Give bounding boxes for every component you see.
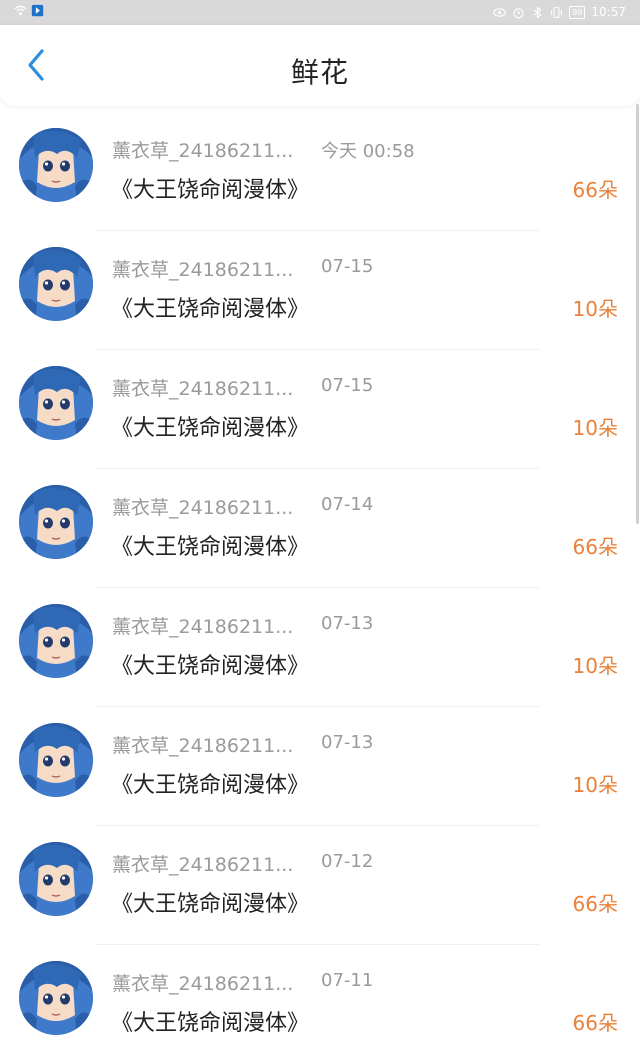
book-title: 《大王饶命阅漫体》 — [111, 297, 310, 322]
send-time: 07-13 — [321, 732, 374, 753]
book-title: 《大王饶命阅漫体》 — [111, 416, 310, 441]
flower-count: 66朵 — [572, 178, 618, 202]
send-time: 07-15 — [321, 256, 374, 277]
book-title: 《大王饶命阅漫体》 — [111, 892, 310, 917]
eye-icon — [493, 7, 506, 17]
book-title: 《大王饶命阅漫体》 — [111, 178, 310, 203]
list-item[interactable]: 薰衣草_24186211... 07-11 《大王饶命阅漫体》 66朵 — [0, 945, 640, 1064]
send-time: 07-14 — [321, 494, 374, 515]
alarm-icon — [513, 7, 524, 18]
anime-avatar-icon — [19, 604, 93, 678]
bluetooth-icon — [534, 5, 542, 19]
flower-count: 66朵 — [572, 1011, 618, 1035]
anime-avatar-icon — [19, 723, 93, 797]
user-name: 薰衣草_24186211... — [112, 973, 294, 995]
list-item[interactable]: 薰衣草_24186211... 今天 00:58 《大王饶命阅漫体》 66朵 — [0, 112, 640, 231]
avatar[interactable] — [19, 485, 93, 559]
send-time: 07-12 — [321, 851, 374, 872]
wifi-icon — [14, 5, 27, 16]
status-time: 10:57 — [591, 5, 626, 19]
list-item[interactable]: 薰衣草_24186211... 07-14 《大王饶命阅漫体》 66朵 — [0, 469, 640, 588]
send-time: 07-13 — [321, 613, 374, 634]
book-title: 《大王饶命阅漫体》 — [111, 1011, 310, 1036]
avatar[interactable] — [19, 366, 93, 440]
user-name: 薰衣草_24186211... — [112, 854, 294, 876]
battery-icon: 99 — [569, 5, 586, 19]
avatar[interactable] — [19, 128, 93, 202]
flower-count: 66朵 — [572, 535, 618, 559]
book-title: 《大王饶命阅漫体》 — [111, 773, 310, 798]
list-item[interactable]: 薰衣草_24186211... 07-13 《大王饶命阅漫体》 10朵 — [0, 588, 640, 707]
anime-avatar-icon — [19, 366, 93, 440]
send-time: 今天 00:58 — [321, 141, 415, 162]
scrollbar[interactable] — [636, 104, 639, 524]
flower-count: 10朵 — [572, 416, 618, 440]
avatar[interactable] — [19, 842, 93, 916]
list-item[interactable]: 薰衣草_24186211... 07-12 《大王饶命阅漫体》 66朵 — [0, 826, 640, 945]
user-name: 薰衣草_24186211... — [112, 616, 294, 638]
avatar[interactable] — [19, 723, 93, 797]
flower-count: 10朵 — [572, 773, 618, 797]
send-time: 07-11 — [321, 970, 374, 991]
status-bar: 99 10:57 — [0, 0, 640, 25]
page-title: 鲜花 — [290, 56, 349, 89]
flower-record-list: 薰衣草_24186211... 今天 00:58 《大王饶命阅漫体》 66朵 薰… — [0, 112, 640, 1064]
send-time: 07-15 — [321, 375, 374, 396]
user-name: 薰衣草_24186211... — [112, 497, 294, 519]
vibrate-icon — [551, 6, 563, 18]
list-item[interactable]: 薰衣草_24186211... 07-15 《大王饶命阅漫体》 10朵 — [0, 231, 640, 350]
anime-avatar-icon — [19, 485, 93, 559]
user-name: 薰衣草_24186211... — [112, 140, 294, 162]
anime-avatar-icon — [19, 128, 93, 202]
avatar[interactable] — [19, 604, 93, 678]
anime-avatar-icon — [19, 247, 93, 321]
user-name: 薰衣草_24186211... — [112, 259, 294, 281]
user-name: 薰衣草_24186211... — [112, 735, 294, 757]
list-item[interactable]: 薰衣草_24186211... 07-13 《大王饶命阅漫体》 10朵 — [0, 707, 640, 826]
book-title: 《大王饶命阅漫体》 — [111, 654, 310, 679]
flower-count: 10朵 — [572, 654, 618, 678]
flower-count: 66朵 — [572, 892, 618, 916]
avatar[interactable] — [19, 247, 93, 321]
book-title: 《大王饶命阅漫体》 — [111, 535, 310, 560]
flower-count: 10朵 — [572, 297, 618, 321]
user-name: 薰衣草_24186211... — [112, 378, 294, 400]
app-notification-icon — [31, 4, 44, 17]
list-item[interactable]: 薰衣草_24186211... 07-15 《大王饶命阅漫体》 10朵 — [0, 350, 640, 469]
anime-avatar-icon — [19, 842, 93, 916]
app-header: 鲜花 — [0, 25, 640, 106]
